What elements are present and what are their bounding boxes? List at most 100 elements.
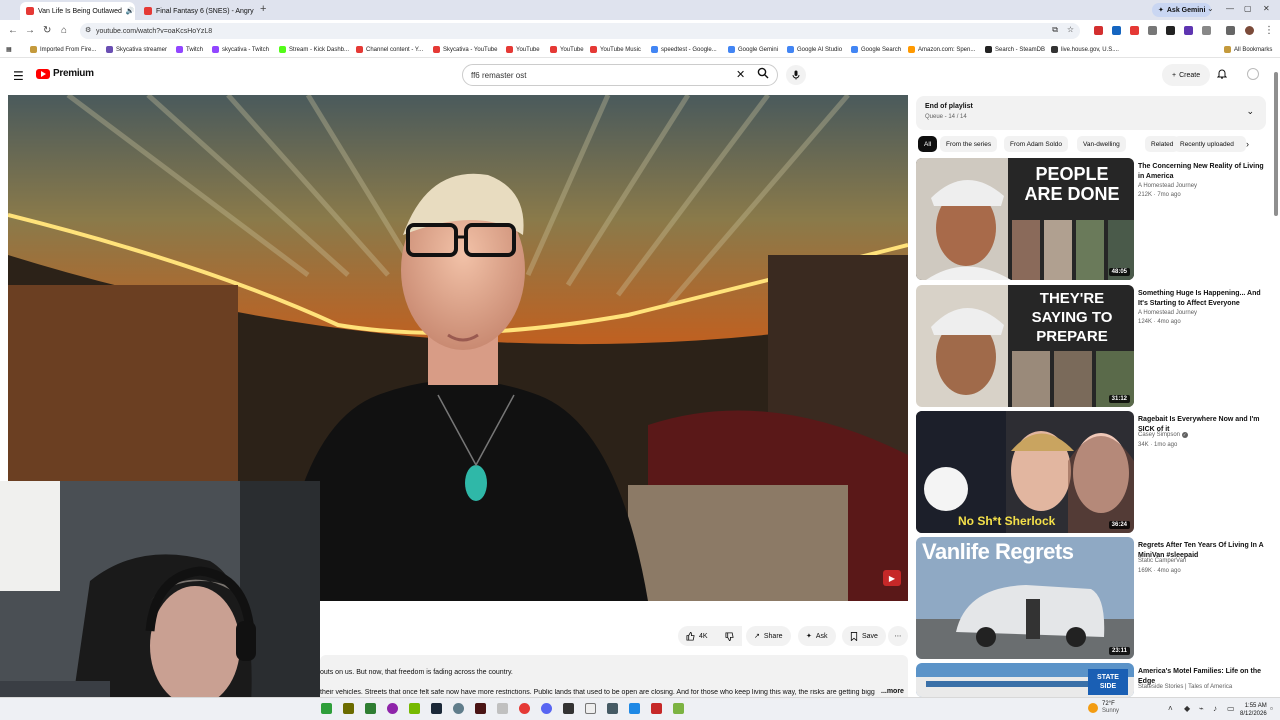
- home-icon[interactable]: ⌂: [61, 25, 67, 36]
- search-icon[interactable]: [757, 67, 769, 82]
- taskbar-app-icon[interactable]: [475, 703, 486, 714]
- dislike-button[interactable]: [716, 626, 742, 646]
- hamburger-menu-icon[interactable]: ☰: [13, 69, 24, 83]
- save-button[interactable]: Save: [842, 626, 886, 646]
- microphone-icon[interactable]: [786, 65, 806, 85]
- bookmark-item[interactable]: Google Gemini: [728, 46, 778, 53]
- bookmark-item[interactable]: YouTube Music: [590, 46, 641, 53]
- all-bookmarks[interactable]: All Bookmarks: [1224, 46, 1272, 53]
- puzzle-extensions-icon[interactable]: [1202, 26, 1211, 35]
- network-icon[interactable]: ⌁: [1199, 704, 1204, 713]
- chevron-right-icon[interactable]: ›: [1246, 139, 1249, 149]
- more-actions-button[interactable]: ⋯: [888, 626, 908, 646]
- ask-button[interactable]: ✦ Ask: [798, 626, 836, 646]
- notification-icon[interactable]: ▫: [1270, 704, 1273, 713]
- channel-name[interactable]: Stateside Stories | Tales of America: [1138, 684, 1232, 690]
- bookmark-item[interactable]: YouTube: [550, 46, 584, 53]
- reload-icon[interactable]: ↻: [43, 25, 51, 36]
- taskbar-app-icon[interactable]: [585, 703, 596, 714]
- volume-icon[interactable]: ♪: [1213, 704, 1217, 713]
- bookmark-item[interactable]: Google AI Studio: [787, 46, 842, 53]
- bookmark-star-icon[interactable]: ☆: [1067, 25, 1074, 34]
- discord-app-icon[interactable]: [541, 703, 552, 714]
- scrollbar-thumb[interactable]: [1274, 72, 1278, 216]
- system-clock[interactable]: 1:55 AM 8/12/2026: [1240, 702, 1267, 718]
- video-title[interactable]: Something Huge Is Happening... And It's …: [1138, 289, 1266, 309]
- extension-icon[interactable]: [1184, 26, 1193, 35]
- recommendation-item[interactable]: PEOPLE ARE DONE 48:05 The Concerning New…: [916, 158, 1266, 280]
- video-thumbnail[interactable]: No Sh*t Sherlock 36:24: [916, 411, 1134, 533]
- extension-icon[interactable]: [1166, 26, 1175, 35]
- taskbar-app-icon[interactable]: [607, 703, 618, 714]
- new-tab-button[interactable]: +: [260, 3, 266, 15]
- install-app-icon[interactable]: ⧉: [1052, 25, 1058, 35]
- bookmark-item[interactable]: YouTube: [506, 46, 540, 53]
- video-thumbnail[interactable]: Vanlife Regrets 23:11: [916, 537, 1134, 659]
- notepad-app-icon[interactable]: [365, 703, 376, 714]
- back-icon[interactable]: ←: [8, 25, 18, 36]
- video-thumbnail[interactable]: STATE SIDE: [916, 663, 1134, 697]
- bookmark-item[interactable]: speedtest - Google...: [651, 46, 717, 53]
- bookmark-item[interactable]: Google Search: [851, 46, 901, 53]
- chip-from-series[interactable]: From the series: [940, 136, 998, 152]
- close-window-icon[interactable]: ✕: [1263, 4, 1270, 13]
- clear-search-icon[interactable]: ✕: [736, 68, 745, 81]
- bookmark-item[interactable]: Stream - Kick Dashb...: [279, 46, 349, 53]
- address-bar[interactable]: ⚙ youtube.com/watch?v=oaKcsHoYzL8 ⧉ ☆: [80, 23, 1080, 39]
- bookmark-item[interactable]: Search - SteamDB: [985, 46, 1045, 53]
- forward-icon[interactable]: →: [25, 25, 35, 36]
- share-button[interactable]: ↗ Share: [746, 626, 791, 646]
- taskbar-app-icon[interactable]: [387, 703, 398, 714]
- channel-name[interactable]: A Homestead Journey: [1138, 310, 1197, 316]
- bookmark-item[interactable]: Imported From Fire...: [30, 46, 96, 53]
- tray-app-icon[interactable]: ◆: [1184, 704, 1190, 713]
- create-button[interactable]: + Create: [1162, 64, 1211, 86]
- video-title[interactable]: The Concerning New Reality of Living in …: [1138, 162, 1266, 182]
- speaker-icon[interactable]: 🔊: [126, 7, 135, 15]
- youtube-play-button-icon[interactable]: ▶: [883, 570, 901, 586]
- extension-icon[interactable]: [1148, 26, 1157, 35]
- taskbar-app-icon[interactable]: [497, 703, 508, 714]
- extension-icon[interactable]: [1094, 26, 1103, 35]
- bookmark-item[interactable]: Twitch: [176, 46, 203, 53]
- notifications-bell-icon[interactable]: [1216, 68, 1228, 82]
- recommendation-item[interactable]: STATE SIDE America's Motel Families: Lif…: [916, 663, 1266, 697]
- chevron-down-icon[interactable]: ⌄: [1246, 106, 1254, 117]
- apps-grid-icon[interactable]: ▦: [6, 46, 12, 53]
- ask-gemini-button[interactable]: ✦ Ask Gemini: [1152, 3, 1212, 17]
- tab-search-icon[interactable]: ⌄: [1207, 4, 1214, 13]
- chip-all[interactable]: All: [918, 136, 938, 152]
- video-thumbnail[interactable]: THEY'RE SAYING TO PREPARE 31:12: [916, 285, 1134, 407]
- taskbar-app-icon[interactable]: [629, 703, 640, 714]
- bookmark-item[interactable]: live.house.gov, U.S....: [1051, 46, 1119, 53]
- xbox-app-icon[interactable]: [321, 703, 332, 714]
- taskbar-app-icon[interactable]: [651, 703, 662, 714]
- browser-tab[interactable]: Final Fantasy 6 (SNES) - Angry ✕: [138, 2, 256, 20]
- taskbar-app-icon[interactable]: [343, 703, 354, 714]
- taskbar-app-icon[interactable]: [673, 703, 684, 714]
- menu-dots-icon[interactable]: ⋮: [1264, 25, 1274, 36]
- settings-app-icon[interactable]: [453, 703, 464, 714]
- search-input[interactable]: ff6 remaster ost: [462, 64, 778, 86]
- account-avatar[interactable]: [1247, 68, 1259, 80]
- playlist-panel-header[interactable]: End of playlist Queue - 14 / 14 ⌄: [916, 96, 1266, 130]
- video-thumbnail[interactable]: PEOPLE ARE DONE 48:05: [916, 158, 1134, 280]
- channel-name[interactable]: A Homestead Journey: [1138, 183, 1197, 189]
- tray-overflow-icon[interactable]: ˄: [1168, 704, 1173, 713]
- bookmark-item[interactable]: Amazon.com: Spen...: [908, 46, 975, 53]
- extension-icon[interactable]: [1130, 26, 1139, 35]
- nvidia-app-icon[interactable]: [409, 703, 420, 714]
- channel-name[interactable]: Static CamperVan: [1138, 558, 1186, 564]
- maximize-icon[interactable]: ▢: [1244, 4, 1252, 13]
- taskbar-app-icon[interactable]: [563, 703, 574, 714]
- recommendation-item[interactable]: THEY'RE SAYING TO PREPARE 31:12 Somethin…: [916, 285, 1266, 407]
- bookmark-item[interactable]: Channel content - Y...: [356, 46, 423, 53]
- steam-app-icon[interactable]: [431, 703, 442, 714]
- weather-widget[interactable]: 72°F Sunny: [1088, 701, 1119, 715]
- bookmark-item[interactable]: Skycativa streamer: [106, 46, 167, 53]
- browser-tab-active[interactable]: Van Life Is Being Outlawed 🔊 ✕: [20, 2, 135, 20]
- channel-name[interactable]: Casey Simpson ✓: [1138, 432, 1188, 438]
- chip-van-dwelling[interactable]: Van-dwelling: [1077, 136, 1126, 152]
- show-more-link[interactable]: ...more: [881, 688, 904, 695]
- downloads-icon[interactable]: [1226, 26, 1235, 35]
